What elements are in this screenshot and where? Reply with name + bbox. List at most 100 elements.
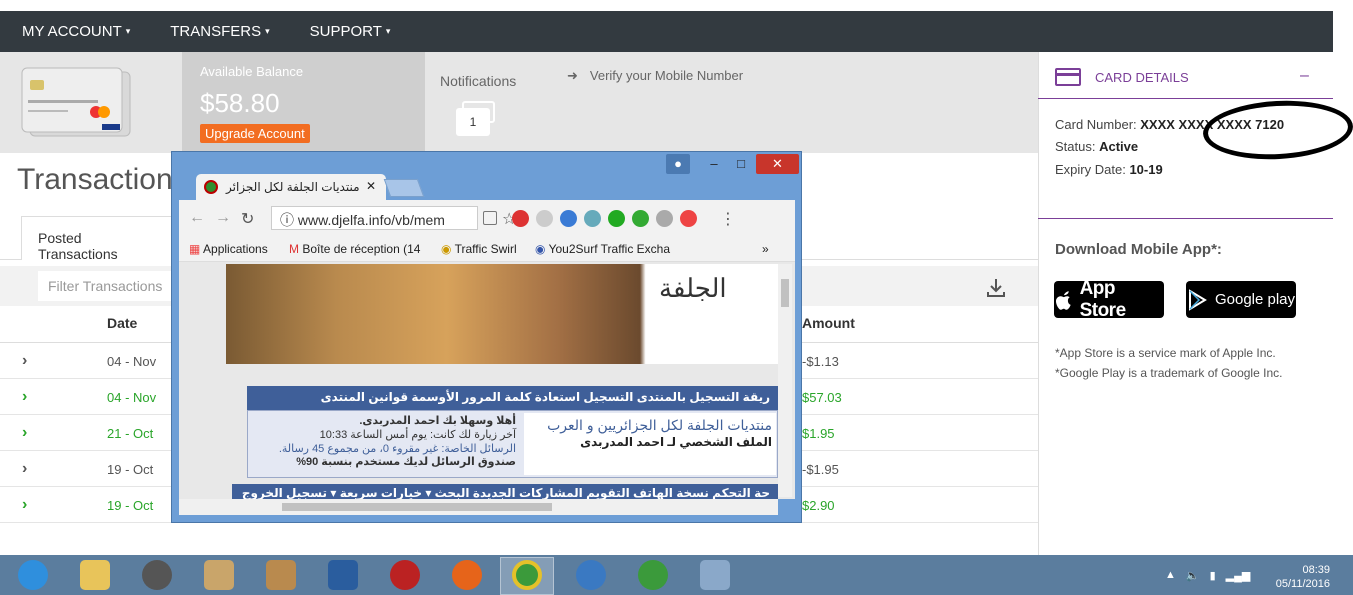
taskbar-clock[interactable]: 08:39 05/11/2016 — [1268, 563, 1330, 592]
extension-icon[interactable] — [680, 210, 697, 227]
notifications-label: Notifications — [440, 73, 517, 89]
chevron-right-icon[interactable]: › — [22, 460, 27, 478]
back-icon[interactable]: ← — [189, 209, 205, 227]
download-icon[interactable] — [985, 277, 1007, 299]
card-expiry-label: Expiry Date: — [1055, 162, 1126, 177]
bookmark-applications[interactable]: ▦ Applications — [189, 242, 268, 256]
profile-line[interactable]: الملف الشخصي لـ احمد المدربدى — [528, 435, 772, 450]
vertical-scrollbar-thumb[interactable] — [781, 279, 789, 307]
nav-transfers[interactable]: TRANSFERS ▾ — [170, 23, 269, 40]
verify-mobile-text: Verify your Mobile Number — [589, 68, 744, 83]
upgrade-account-button[interactable]: Upgrade Account — [200, 124, 310, 143]
utorrent-icon[interactable] — [638, 560, 668, 590]
forum-title[interactable]: منتديات الجلفة لكل الجزائريين و العرب — [528, 417, 772, 435]
bookmark-gmail[interactable]: M Boîte de réception (14 — [289, 242, 420, 256]
forward-icon[interactable]: → — [215, 209, 231, 227]
show-hidden-icons-icon[interactable]: ▲ — [1165, 569, 1176, 582]
verify-mobile-link[interactable]: ➜ Verify your Mobile Number — [567, 68, 743, 84]
maximize-button[interactable]: □ — [731, 154, 751, 174]
arrow-right-icon: ➜ — [567, 68, 578, 83]
extension-icon[interactable] — [656, 210, 673, 227]
browser-tab-title: منتديات الجلفة لكل الجزائر — [226, 180, 360, 194]
bookmark-gmail-label: Boîte de réception (14 — [302, 242, 421, 256]
apple-icon — [1055, 290, 1071, 310]
transaction-amount: $57.03 — [802, 390, 842, 405]
nav-support-label: SUPPORT — [309, 23, 382, 40]
private-messages-line[interactable]: الرسائل الخاصة: غير مقروء 0، من مجموع 45… — [254, 443, 516, 457]
collapse-icon[interactable]: – — [1300, 67, 1309, 85]
balance-label: Available Balance — [200, 64, 304, 79]
welcome-line: أهلا وسهلا بك احمد المدربدى. — [359, 415, 516, 427]
transaction-amount: -$1.95 — [802, 462, 839, 477]
bookmark-you2surf-label: You2Surf Traffic Excha — [548, 242, 671, 256]
card-status-line: Status: Active — [1055, 139, 1138, 154]
translate-icon[interactable] — [483, 211, 497, 225]
volume-icon[interactable]: 🔈 — [1186, 569, 1200, 582]
new-tab-button[interactable] — [383, 179, 425, 197]
forum-welcome-box: أهلا وسهلا بك احمد المدربدى. آخر زيارة ل… — [247, 410, 778, 478]
balance-amount: $58.80 — [200, 88, 280, 118]
bookmark-you2surf[interactable]: ◉ You2Surf Traffic Excha — [535, 242, 675, 256]
extension-icon[interactable] — [584, 210, 601, 227]
signal-icon[interactable]: ▂▄▆ — [1226, 569, 1251, 582]
google-play-icon — [1188, 288, 1207, 311]
speedtest-icon[interactable] — [576, 560, 606, 590]
nav-support[interactable]: SUPPORT ▾ — [310, 23, 391, 40]
forum-control-bar[interactable]: حة التحكم نسخة الهاتف التقويم المشاركات … — [232, 484, 778, 499]
document-app-icon[interactable] — [266, 560, 296, 590]
user-profile-icon[interactable]: ● — [666, 154, 690, 174]
filter-transactions-input[interactable]: Filter Transactions — [38, 271, 178, 301]
you2surf-icon: ◉ — [535, 242, 546, 256]
menu-icon[interactable]: ⋮ — [720, 209, 736, 229]
adblock-icon[interactable] — [512, 210, 529, 227]
chrome-popup-window[interactable]: ● – □ ✕ منتديات الجلفة لكل الجزائر ✕ ← →… — [171, 151, 802, 523]
nav-transfers-label: TRANSFERS — [170, 23, 262, 40]
nav-my-account[interactable]: MY ACCOUNT ▾ — [22, 23, 130, 40]
extension-icon[interactable] — [632, 210, 649, 227]
extension-icon[interactable] — [560, 210, 577, 227]
chevron-right-icon[interactable]: › — [22, 424, 27, 442]
notifications-count-badge[interactable]: 1 — [456, 108, 490, 136]
extension-icon[interactable] — [608, 210, 625, 227]
page-title: Transaction — [17, 163, 173, 196]
reload-icon[interactable]: ↻ — [241, 209, 254, 229]
internet-explorer-icon[interactable] — [18, 560, 48, 590]
site-favicon-icon — [204, 180, 218, 194]
chrome-icon[interactable] — [512, 560, 542, 590]
download-app-title: Download Mobile App*: — [1055, 241, 1222, 258]
transaction-amount: $1.95 — [802, 426, 835, 441]
extension-icon[interactable] — [536, 210, 553, 227]
tab-posted-transactions[interactable]: Posted Transactions — [21, 216, 181, 262]
system-tray: ▲ 🔈 ▮ ▂▄▆ — [1165, 569, 1250, 582]
file-explorer-icon[interactable] — [80, 560, 110, 590]
battery-icon[interactable]: ▮ — [1210, 569, 1216, 582]
power-app-icon[interactable] — [390, 560, 420, 590]
nav-my-account-label: MY ACCOUNT — [22, 23, 122, 40]
chevron-right-icon[interactable]: › — [22, 352, 27, 370]
app-store-badge[interactable]: App Store — [1054, 278, 1164, 321]
firefox-icon[interactable] — [452, 560, 482, 590]
user-welcome-panel: أهلا وسهلا بك احمد المدربدى. آخر زيارة ل… — [250, 413, 520, 475]
bookmarks-more-icon[interactable]: » — [762, 242, 769, 256]
settings-app-icon[interactable] — [328, 560, 358, 590]
close-tab-icon[interactable]: ✕ — [366, 179, 376, 193]
remote-desktop-icon[interactable] — [700, 560, 730, 590]
card-details-title: CARD DETAILS — [1095, 70, 1189, 85]
transaction-amount: $2.90 — [802, 498, 835, 513]
google-play-badge[interactable]: Google play — [1186, 281, 1296, 318]
forum-nav-bar[interactable]: ريقة التسجيل بالمنتدى التسجيل استعادة كل… — [247, 386, 778, 410]
chevron-right-icon[interactable]: › — [22, 496, 27, 514]
top-nav: MY ACCOUNT ▾ TRANSFERS ▾ SUPPORT ▾ — [0, 11, 1333, 52]
bookmark-traffic-swirl[interactable]: ◉ Traffic Swirl — [441, 242, 517, 256]
app-icon[interactable] — [204, 560, 234, 590]
minimize-button[interactable]: – — [704, 154, 724, 174]
card-status-label: Status: — [1055, 139, 1096, 154]
browser-tab[interactable]: منتديات الجلفة لكل الجزائر ✕ — [196, 174, 386, 200]
address-bar[interactable]: ⓘ www.djelfa.info/vb/mem — [271, 206, 478, 230]
horizontal-scrollbar-thumb[interactable] — [282, 503, 552, 511]
app-store-disclaimer: *App Store is a service mark of Apple In… — [1055, 346, 1276, 360]
speaker-app-icon[interactable] — [142, 560, 172, 590]
webpage-content: الجلفة ريقة التسجيل بالمنتدى التسجيل است… — [179, 262, 795, 499]
close-window-button[interactable]: ✕ — [756, 154, 799, 174]
chevron-right-icon[interactable]: › — [22, 388, 27, 406]
